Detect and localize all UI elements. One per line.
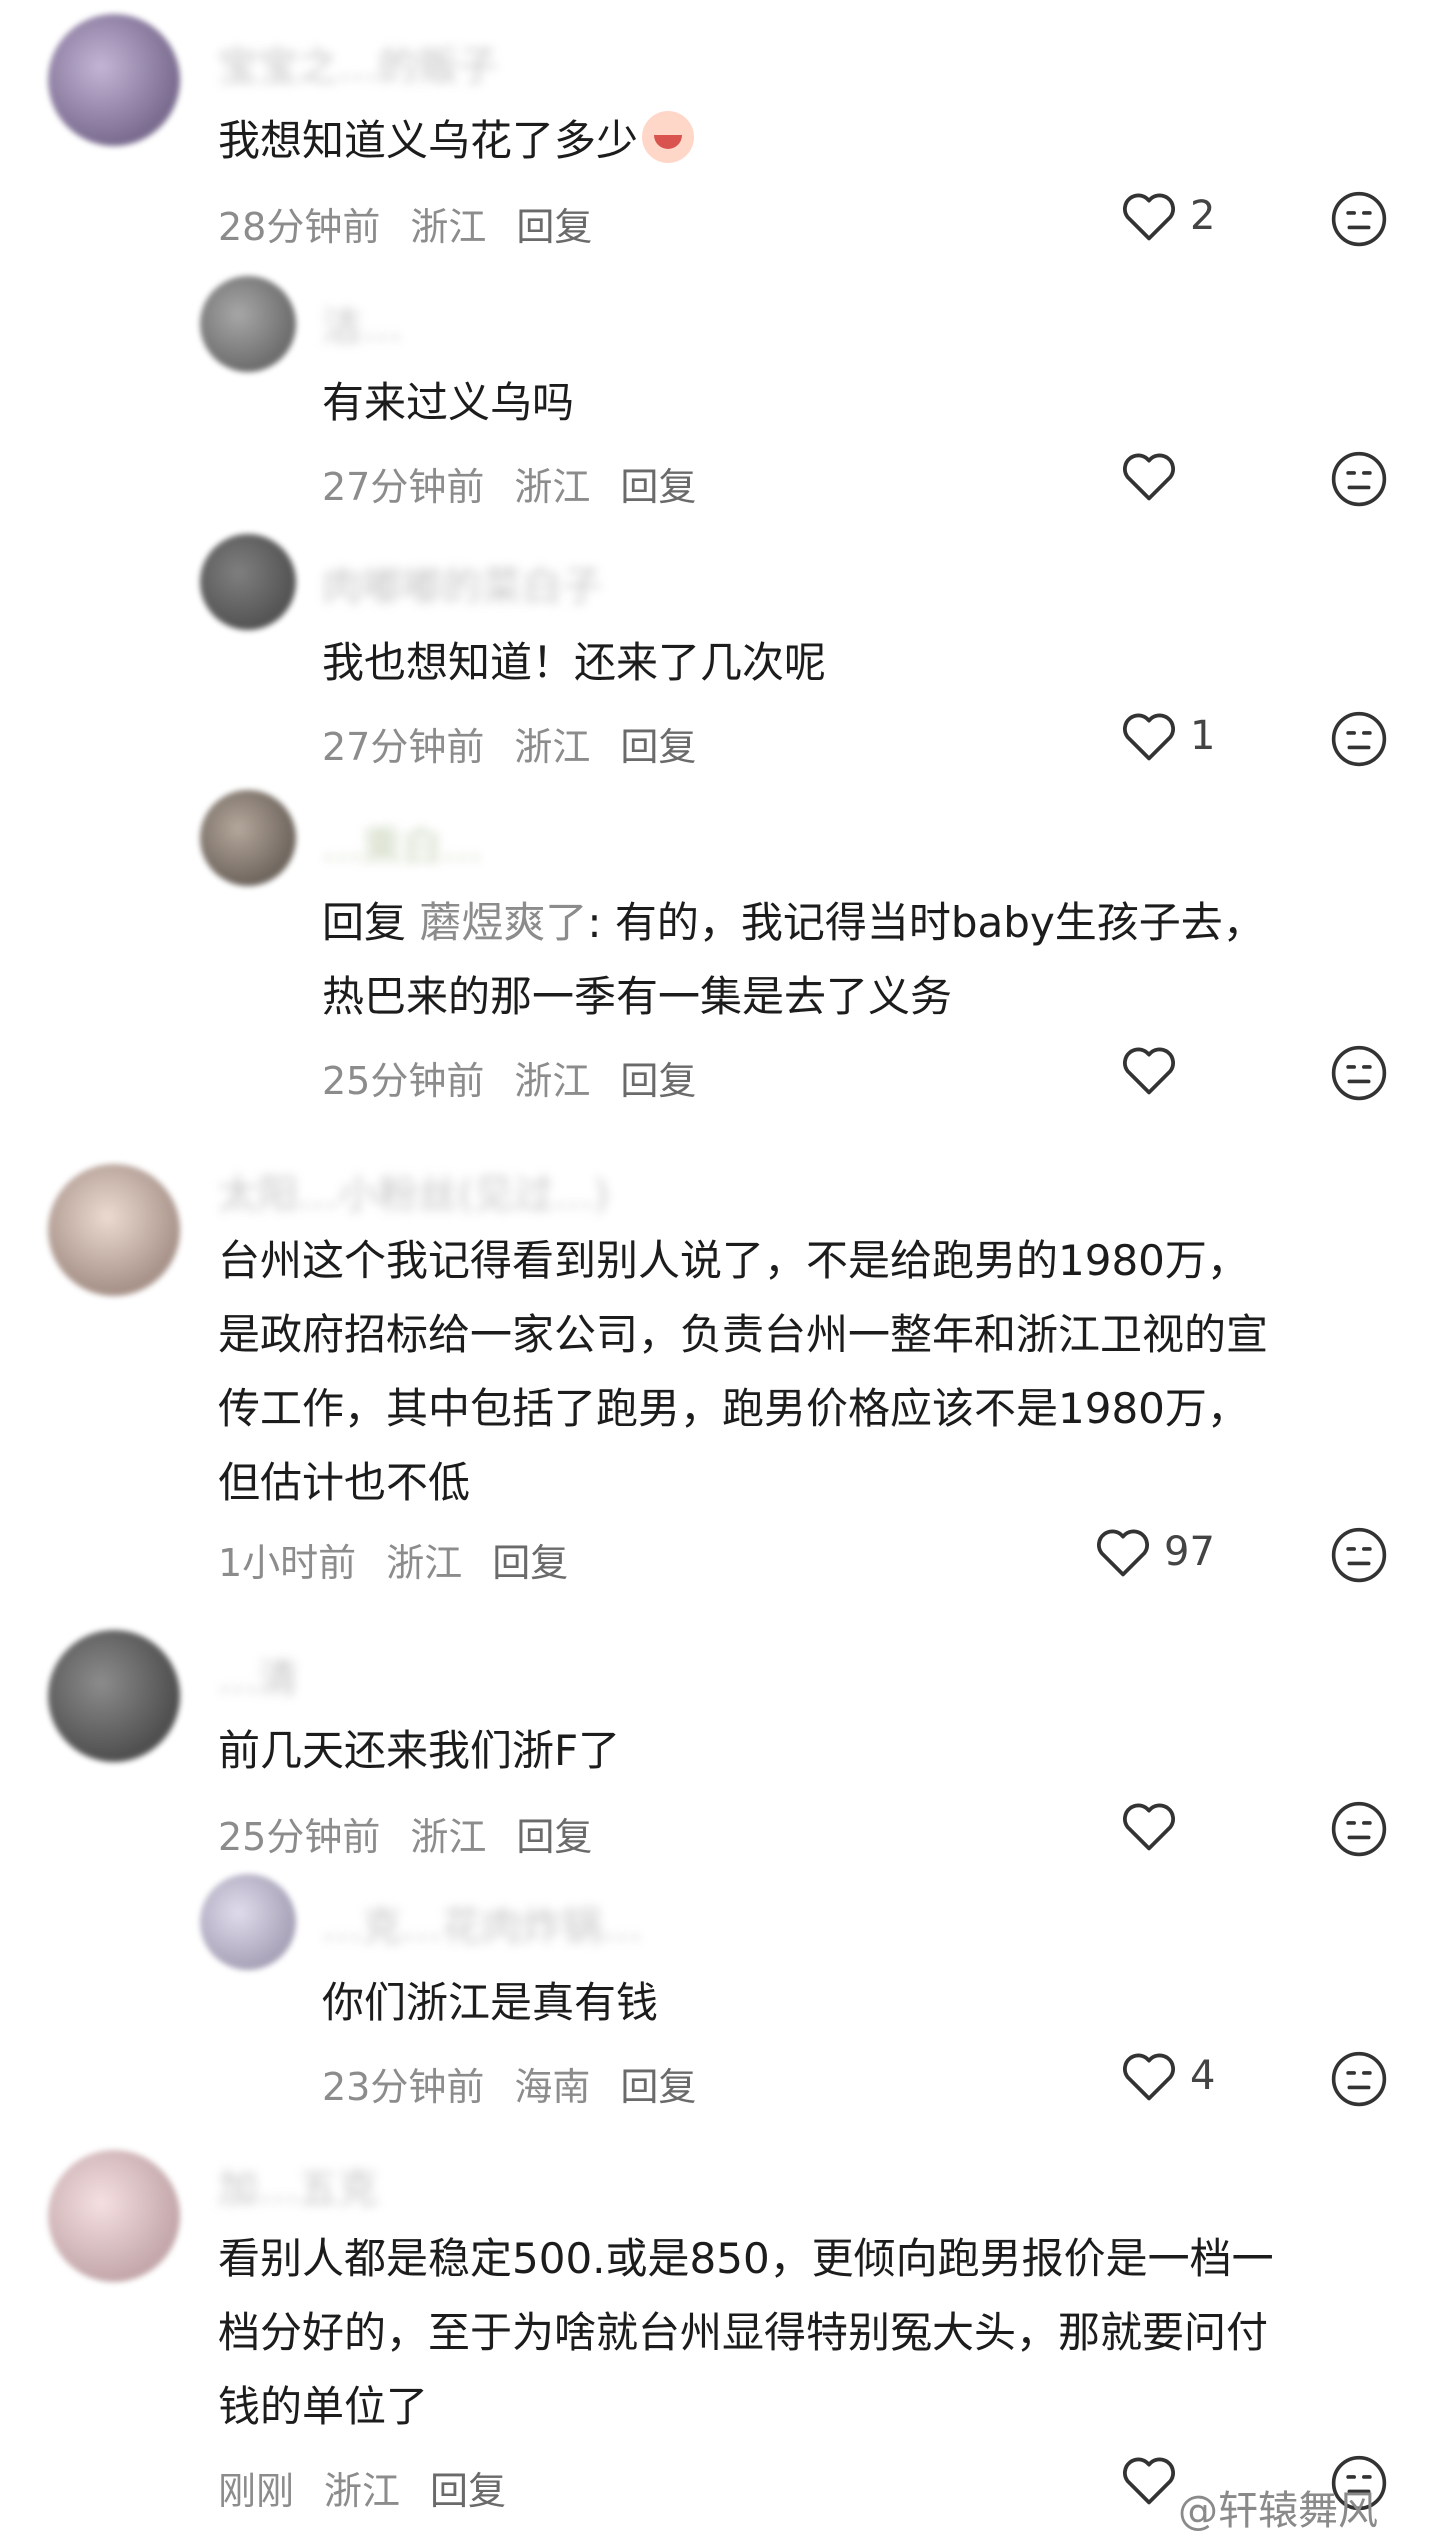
avatar[interactable] [200,790,296,886]
comment-text: 看别人都是稳定500.或是850，更倾向跑男报价是一档一 档分好的，至于为啥就台… [218,2234,1274,2431]
username[interactable]: 宝宝之…的贩子 [218,34,498,92]
avatar[interactable] [48,1630,180,1762]
comment-text: 台州这个我记得看到别人说了，不是给跑男的1980万， 是政府招标给一家公司，负责… [218,1236,1269,1507]
timestamp: 25分钟前 [322,1059,485,1103]
heart-icon [1123,1803,1175,1851]
heart-icon [1097,1529,1149,1577]
username[interactable]: 肉嘟嘟的菜白子 [322,554,602,612]
location: 浙江 [410,205,487,249]
neutral-face-icon[interactable] [1330,190,1388,248]
location: 浙江 [514,1059,591,1103]
reply-button[interactable]: 回复 [516,196,592,251]
like-button[interactable]: 1 [1120,710,1215,762]
comment-meta: 27分钟前 浙江 回复 [322,456,696,511]
like-button[interactable]: 4 [1120,2050,1215,2102]
username[interactable]: …克…花肉炸锅… [322,1894,642,1952]
neutral-face-icon[interactable] [1330,1526,1388,1584]
comment-meta: 1小时前 浙江 回复 [218,1532,568,1587]
location: 海南 [514,2065,591,2109]
heart-icon [1123,1047,1175,1095]
heart-icon [1123,713,1175,761]
comment-meta: 28分钟前 浙江 回复 [218,196,592,251]
location: 浙江 [324,2469,401,2513]
timestamp: 27分钟前 [322,725,485,769]
comment-meta: 23分钟前 海南 回复 [322,2056,696,2111]
like-button[interactable] [1120,1044,1190,1096]
comment-text: 我也想知道！还来了几次呢 [322,638,827,687]
username[interactable]: 太阳…小粉丝(见过…) [218,1162,609,1220]
comment-text: 我想知道义乌花了多少 [218,104,1398,178]
crying-face-emoji-icon [642,111,695,163]
neutral-face-icon[interactable] [1330,1800,1388,1858]
username[interactable]: …熏白… [322,814,482,872]
avatar[interactable] [48,14,180,146]
heart-icon [1123,453,1175,501]
like-count: 4 [1190,2053,1216,2099]
reply-button[interactable]: 回复 [430,2460,506,2515]
like-count: 1 [1190,713,1216,759]
location: 浙江 [514,725,591,769]
heart-icon [1123,193,1175,241]
timestamp: 1小时前 [218,1541,357,1585]
comment-text: 前几天还来我们浙F了 [218,1726,621,1775]
reply-prefix: 回复 [322,898,407,947]
comment-text-content: 我想知道义乌花了多少 [218,116,639,165]
like-button[interactable]: 97 [1094,1526,1215,1578]
reply-button[interactable]: 回复 [620,716,696,771]
reply-button[interactable]: 回复 [492,1532,568,1587]
timestamp: 27分钟前 [322,465,485,509]
location: 浙江 [514,465,591,509]
username[interactable]: …清 [218,1646,298,1704]
comment-meta: 25分钟前 浙江 回复 [322,1050,696,1105]
location: 浙江 [410,1815,487,1859]
avatar[interactable] [48,1164,180,1296]
reply-button[interactable]: 回复 [620,1050,696,1105]
heart-icon [1123,2053,1175,2101]
comment-text: 回复 蘑煜爽了: 有的，我记得当时baby生孩子去， 热巴来的那一季有一集是去了… [322,886,1382,1034]
like-button[interactable] [1120,450,1190,502]
avatar[interactable] [200,276,296,372]
timestamp: 刚刚 [218,2469,295,2513]
reply-button[interactable]: 回复 [620,2056,696,2111]
comment-meta: 刚刚 浙江 回复 [218,2460,506,2515]
timestamp: 25分钟前 [218,1815,381,1859]
reply-button[interactable]: 回复 [620,456,696,511]
neutral-face-icon[interactable] [1330,1044,1388,1102]
reply-target-username[interactable]: 蘑煜爽了 [419,898,587,947]
username[interactable]: 洁… [322,294,402,352]
neutral-face-icon[interactable] [1330,450,1388,508]
comment-meta: 25分钟前 浙江 回复 [218,1806,592,1861]
avatar[interactable] [48,2150,180,2282]
avatar[interactable] [200,534,296,630]
comment-text: 你们浙江是真有钱 [322,1978,659,2027]
watermark: @轩辕舞风 [1178,2488,1378,2534]
timestamp: 28分钟前 [218,205,381,249]
neutral-face-icon[interactable] [1330,2050,1388,2108]
heart-icon [1123,2457,1175,2505]
like-count: 97 [1164,1529,1215,1575]
like-button[interactable]: 2 [1120,190,1215,242]
avatar[interactable] [200,1874,296,1970]
like-count: 2 [1190,193,1216,239]
neutral-face-icon[interactable] [1330,710,1388,768]
comment-meta: 27分钟前 浙江 回复 [322,716,696,771]
location: 浙江 [386,1541,463,1585]
like-button[interactable] [1120,1800,1190,1852]
comment-text: 有来过义乌吗 [322,378,575,427]
reply-button[interactable]: 回复 [516,1806,592,1861]
username[interactable]: 加…五克 [218,2156,378,2214]
timestamp: 23分钟前 [322,2065,485,2109]
